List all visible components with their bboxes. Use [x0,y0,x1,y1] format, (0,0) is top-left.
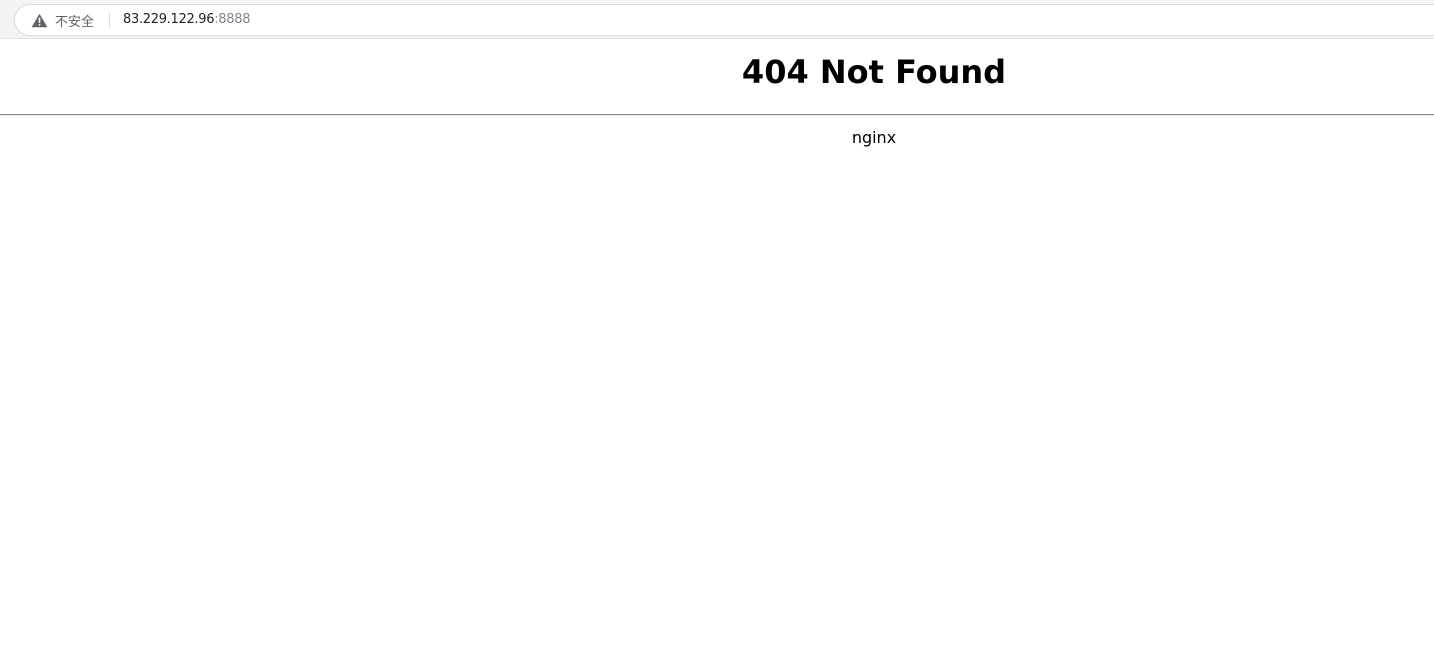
url-port: :8888 [214,12,251,27]
url-host: 83.229.122.96 [123,12,215,27]
security-label: 不安全 [55,14,95,30]
address-bar[interactable]: 不安全 83.229.122.96:8888 [14,4,1434,36]
address-divider [109,13,110,28]
server-signature: nginx [851,128,897,147]
page-content: 404 Not Found nginx [0,40,1434,652]
page-title: 404 Not Found [741,53,1007,91]
horizontal-rule [0,114,1434,116]
security-indicator[interactable]: 不安全 [31,5,94,35]
warning-triangle-icon [31,13,48,28]
browser-toolbar: 不安全 83.229.122.96:8888 [0,0,1434,39]
url-text[interactable]: 83.229.122.96:8888 [123,5,250,35]
